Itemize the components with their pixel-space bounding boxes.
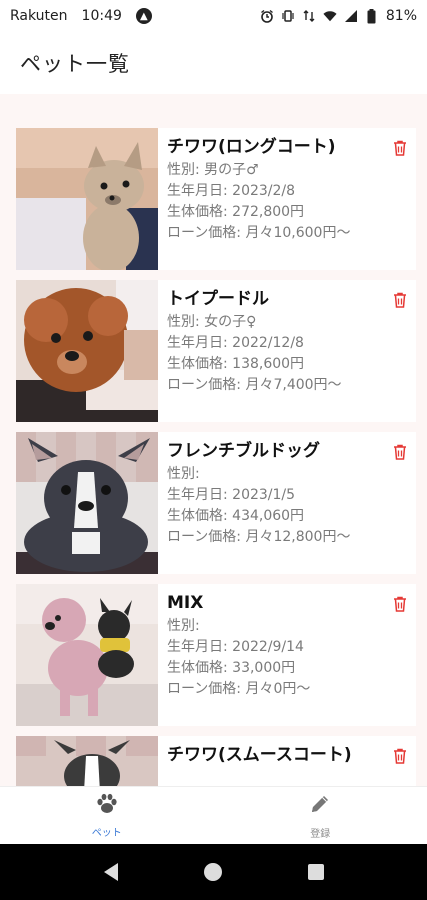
pet-photo <box>16 736 158 786</box>
pet-name: MIX <box>167 593 204 613</box>
status-bar: Rakuten 10:49 ▲ 81% <box>0 0 427 32</box>
pet-birthdate: 生年月日: 2023/2/8 <box>167 183 296 199</box>
pet-info: フレンチブルドッグ 性別: 生年月日: 2023/1/5 生体価格: 434,0… <box>158 432 416 574</box>
signal-icon <box>344 9 358 23</box>
app-notification-icon: ▲ <box>135 8 152 24</box>
recents-icon[interactable] <box>307 863 325 881</box>
delete-icon[interactable] <box>393 748 407 764</box>
status-left: Rakuten 10:49 ▲ <box>10 8 152 24</box>
vibrate-icon <box>281 9 295 23</box>
pet-loan-price: ローン価格: 月々12,800円〜 <box>167 529 351 545</box>
page-title: ペット一覧 <box>20 52 130 76</box>
pet-price: 生体価格: 138,600円 <box>167 356 305 372</box>
pet-list: チワワ(ロングコート) 性別: 男の子♂ 生年月日: 2023/2/8 生体価格… <box>16 128 416 786</box>
pet-name: フレンチブルドッグ <box>167 441 320 461</box>
nav-item-pets[interactable]: ペット <box>0 787 214 844</box>
pet-photo <box>16 128 158 270</box>
carrier-label: Rakuten <box>10 8 68 24</box>
pet-info: トイプードル 性別: 女の子♀ 生年月日: 2022/12/8 生体価格: 13… <box>158 280 416 422</box>
app-header: ペット一覧 <box>0 32 427 94</box>
battery-percent: 81% <box>385 8 417 24</box>
pet-loan-price: ローン価格: 月々7,400円〜 <box>167 377 342 393</box>
pet-name: チワワ(スムースコート) <box>167 745 352 765</box>
pet-photo <box>16 432 158 574</box>
pencil-icon <box>308 792 332 820</box>
pet-price: 生体価格: 272,800円 <box>167 204 305 220</box>
pet-birthdate: 生年月日: 2022/12/8 <box>167 335 304 351</box>
clock: 10:49 <box>81 8 122 24</box>
pet-name: トイプードル <box>167 289 269 309</box>
pet-list-area[interactable]: チワワ(ロングコート) 性別: 男の子♂ 生年月日: 2023/2/8 生体価格… <box>0 94 427 786</box>
pet-name: チワワ(ロングコート) <box>167 137 336 157</box>
delete-icon[interactable] <box>393 596 407 612</box>
pet-loan-price: ローン価格: 月々10,600円〜 <box>167 225 351 241</box>
battery-icon <box>365 8 379 23</box>
system-navigation-bar <box>0 844 427 900</box>
pet-card[interactable]: チワワ(ロングコート) 性別: 男の子♂ 生年月日: 2023/2/8 生体価格… <box>16 128 416 270</box>
pet-photo <box>16 584 158 726</box>
delete-icon[interactable] <box>393 140 407 156</box>
delete-icon[interactable] <box>393 444 407 460</box>
pet-gender: 性別: <box>167 466 200 482</box>
delete-icon[interactable] <box>393 292 407 308</box>
pet-info: チワワ(スムースコート) <box>158 736 416 786</box>
alarm-icon <box>260 9 274 23</box>
wifi-icon <box>323 9 337 23</box>
status-right: 81% <box>260 8 417 24</box>
nav-label-pets: ペット <box>91 827 122 839</box>
pet-gender: 性別: <box>167 618 200 634</box>
pet-card[interactable]: チワワ(スムースコート) <box>16 736 416 786</box>
pet-info: MIX 性別: 生年月日: 2022/9/14 生体価格: 33,000円 ロー… <box>158 584 416 726</box>
pet-price: 生体価格: 434,060円 <box>167 508 305 524</box>
pet-price: 生体価格: 33,000円 <box>167 660 296 676</box>
pet-card[interactable]: MIX 性別: 生年月日: 2022/9/14 生体価格: 33,000円 ロー… <box>16 584 416 726</box>
pet-card[interactable]: トイプードル 性別: 女の子♀ 生年月日: 2022/12/8 生体価格: 13… <box>16 280 416 422</box>
pet-info: チワワ(ロングコート) 性別: 男の子♂ 生年月日: 2023/2/8 生体価格… <box>158 128 416 270</box>
home-icon[interactable] <box>203 862 223 882</box>
pet-birthdate: 生年月日: 2023/1/5 <box>167 487 296 503</box>
pet-photo <box>16 280 158 422</box>
nav-label-register: 登録 <box>310 828 331 840</box>
pet-gender: 性別: 男の子♂ <box>167 162 259 178</box>
back-icon[interactable] <box>102 862 120 882</box>
bottom-navigation: ペット 登録 <box>0 786 427 844</box>
pet-birthdate: 生年月日: 2022/9/14 <box>167 639 304 655</box>
pet-loan-price: ローン価格: 月々0円〜 <box>167 681 311 697</box>
nav-item-register[interactable]: 登録 <box>214 787 427 844</box>
paw-icon <box>95 793 119 819</box>
data-transfer-icon <box>302 9 316 23</box>
pet-gender: 性別: 女の子♀ <box>167 314 257 330</box>
pet-card[interactable]: フレンチブルドッグ 性別: 生年月日: 2023/1/5 生体価格: 434,0… <box>16 432 416 574</box>
